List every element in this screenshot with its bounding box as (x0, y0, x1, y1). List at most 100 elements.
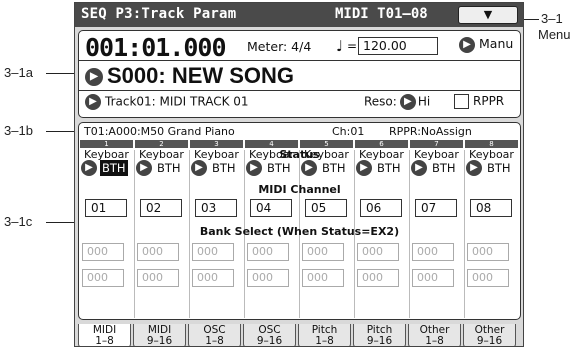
tab-label-bottom: 9–16 (366, 335, 393, 347)
track-midi-channel-field[interactable]: 05 (305, 199, 347, 217)
tab-label-bottom: 1–8 (95, 335, 114, 347)
tab-label-bottom: 9–16 (146, 335, 173, 347)
track-number-header: 1 (80, 140, 133, 148)
track-status-select[interactable]: ▶ BTH (301, 160, 348, 178)
bank-select-msb-field[interactable]: 000 (467, 243, 509, 261)
status-section-label: Status (279, 148, 320, 161)
tab-page[interactable]: MIDI 9–16 (133, 324, 186, 347)
quarter-note-icon: ♩ (336, 37, 344, 55)
chevron-down-icon: ▼ (483, 8, 493, 21)
selected-track-program: T01:A000:M50 Grand Piano (84, 125, 235, 138)
bank-select-lsb-field[interactable]: 000 (192, 269, 234, 287)
meter-display[interactable]: Meter: 4/4 (247, 39, 311, 54)
track-status-value: BTH (377, 161, 401, 175)
song-name: S000: NEW SONG (107, 63, 295, 88)
bank-select-lsb-field[interactable]: 000 (302, 269, 344, 287)
tab-label-bottom: 1–8 (315, 335, 334, 347)
popup-arrow-icon: ▶ (399, 94, 416, 110)
popup-arrow-icon: ▶ (246, 160, 262, 176)
track-midi-channel-field[interactable]: 01 (85, 199, 127, 217)
tab-page[interactable]: OSC 9–16 (243, 324, 296, 347)
track-name: Track01: MIDI TRACK 01 (105, 94, 249, 109)
tempo-equals: = (347, 39, 358, 53)
tab-page[interactable]: Other 9–16 (463, 324, 516, 347)
track-status-value: BTH (487, 161, 511, 175)
track-number-header: 6 (355, 140, 408, 148)
track-number-header: 5 (300, 140, 353, 148)
popup-arrow-icon: ▶ (136, 160, 152, 176)
tab-label-bottom: 9–16 (256, 335, 283, 347)
track-status-select[interactable]: ▶ BTH (356, 160, 403, 178)
track-number-header: 8 (465, 140, 518, 148)
track-status-value: BTH (157, 161, 181, 175)
page-menu-button[interactable]: ▼ (458, 6, 518, 24)
bank-select-msb-field[interactable]: 000 (137, 243, 179, 261)
bank-select-msb-field[interactable]: 000 (412, 243, 454, 261)
track-select[interactable]: ▶ Track01: MIDI TRACK 01 (85, 94, 249, 110)
track-status-select[interactable]: ▶ BTH (81, 160, 128, 178)
song-select[interactable]: ▶ S000: NEW SONG (85, 63, 294, 89)
reso-label: Reso: (364, 94, 397, 109)
bank-select-lsb-field[interactable]: 000 (467, 269, 509, 287)
tab-label-bottom: 1–8 (425, 335, 444, 347)
title-bar: SEQ P3:Track Param MIDI T01–08 ▼ (75, 3, 523, 27)
track-status-select[interactable]: ▶ BTH (411, 160, 458, 178)
bank-select-section-label: Bank Select (When Status=EX2) (199, 225, 400, 238)
track-midi-channel-field[interactable]: 02 (140, 199, 182, 217)
track-status-value: BTH (432, 161, 456, 175)
callout-song: 3–1a (4, 65, 33, 80)
song-panel: 001:01.000 Meter: 4/4 ♩ = 120.00 ▶ Manu ▶… (78, 30, 521, 118)
divider (79, 60, 520, 61)
track-number-header: 7 (410, 140, 463, 148)
track-midi-channel-field[interactable]: 03 (195, 199, 237, 217)
popup-arrow-icon: ▶ (356, 160, 372, 176)
callout-grid: 3–1c (4, 214, 33, 229)
track-status-value: BTH (100, 160, 128, 176)
popup-arrow-icon: ▶ (411, 160, 427, 176)
track-status-select[interactable]: ▶ BTH (466, 160, 513, 178)
track-status-value: BTH (212, 161, 236, 175)
popup-arrow-icon: ▶ (459, 36, 475, 53)
tab-label-bottom: 1–8 (205, 335, 224, 347)
track-midi-channel-field[interactable]: 04 (250, 199, 292, 217)
locator-position[interactable]: 001:01.000 (85, 33, 227, 62)
track-number-header: 2 (135, 140, 188, 148)
track-status-select[interactable]: ▶ BTH (191, 160, 238, 178)
bank-select-lsb-field[interactable]: 000 (412, 269, 454, 287)
page-title: SEQ P3:Track Param (81, 6, 237, 22)
tab-page[interactable]: OSC 1–8 (188, 324, 241, 347)
track-number-header: 4 (245, 140, 298, 148)
bank-select-lsb-field[interactable]: 000 (357, 269, 399, 287)
track-status-select[interactable]: ▶ BTH (136, 160, 183, 178)
midi-channel-section-label: MIDI Channel (258, 183, 341, 196)
reso-select[interactable]: Reso: ▶ Hi (364, 94, 430, 110)
reso-value: Hi (417, 94, 431, 109)
track-midi-channel-field[interactable]: 08 (470, 199, 512, 217)
bank-select-msb-field[interactable]: 000 (192, 243, 234, 261)
track-midi-channel-field[interactable]: 06 (360, 199, 402, 217)
track-status-select[interactable]: ▶ BTH (246, 160, 293, 178)
checkbox-icon (454, 94, 469, 109)
bank-select-msb-field[interactable]: 000 (302, 243, 344, 261)
divider (79, 90, 520, 91)
tab-page[interactable]: Pitch 9–16 (353, 324, 406, 347)
callout-menu-label: Menu (538, 27, 571, 42)
bank-select-lsb-field[interactable]: 000 (247, 269, 289, 287)
callout-menu: 3–1 (541, 11, 563, 26)
tab-label-bottom: 9–16 (476, 335, 503, 347)
tempo-field[interactable]: 120.00 (358, 37, 438, 55)
tab-page[interactable]: MIDI 1–8 (78, 324, 131, 347)
popup-arrow-icon: ▶ (191, 160, 207, 176)
bank-select-msb-field[interactable]: 000 (247, 243, 289, 261)
track-midi-channel-field[interactable]: 07 (415, 199, 457, 217)
tab-page[interactable]: Other 1–8 (408, 324, 461, 347)
popup-arrow-icon: ▶ (301, 160, 317, 176)
bank-select-msb-field[interactable]: 000 (82, 243, 124, 261)
tempo-mode-value: Manu (479, 36, 514, 51)
bank-select-lsb-field[interactable]: 000 (82, 269, 124, 287)
tab-page[interactable]: Pitch 1–8 (298, 324, 351, 347)
bank-select-msb-field[interactable]: 000 (357, 243, 399, 261)
rppr-checkbox[interactable]: RPPR (454, 94, 504, 109)
tempo-mode-select[interactable]: ▶ Manu (459, 36, 513, 53)
bank-select-lsb-field[interactable]: 000 (137, 269, 179, 287)
